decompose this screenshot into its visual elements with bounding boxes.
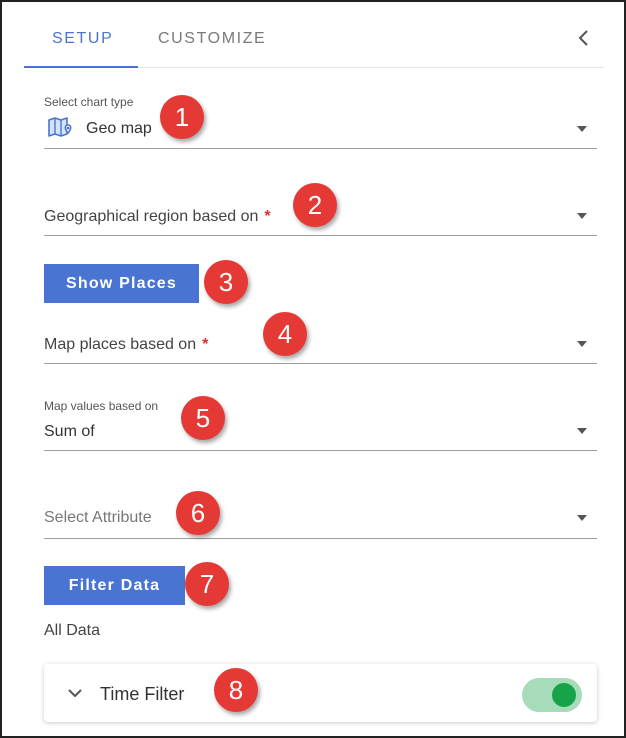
- map-places-label: Map places based on *: [44, 336, 208, 354]
- geo-map-icon: [48, 116, 74, 143]
- callout-badge: 1: [160, 95, 204, 139]
- map-places-label-text: Map places based on: [44, 336, 197, 353]
- callout-badge: 2: [293, 183, 337, 227]
- chart-type-select[interactable]: Select chart type Geo map: [44, 90, 597, 149]
- expand-toggle[interactable]: [66, 684, 84, 702]
- map-values-value: Sum of: [44, 423, 95, 440]
- chevron-down-icon: [577, 341, 587, 347]
- tab-customize[interactable]: CUSTOMIZE: [158, 30, 266, 48]
- time-filter-title: Time Filter: [100, 684, 185, 704]
- collapse-panel-button[interactable]: [572, 26, 596, 50]
- geographical-region-label-text: Geographical region based on: [44, 208, 259, 225]
- show-places-button[interactable]: Show Places: [44, 264, 199, 303]
- filter-summary: All Data: [44, 622, 101, 639]
- toggle-knob: [552, 683, 576, 707]
- geographical-region-label: Geographical region based on *: [44, 208, 271, 226]
- active-tab-indicator: [24, 66, 138, 68]
- map-places-select[interactable]: Map places based on *: [44, 314, 597, 364]
- attribute-placeholder: Select Attribute: [44, 509, 152, 526]
- chevron-down-icon: [577, 126, 587, 132]
- chevron-left-icon: [578, 30, 588, 46]
- chart-type-value: Geo map: [86, 120, 152, 137]
- callout-badge: 5: [181, 396, 225, 440]
- map-values-caption: Map values based on: [44, 399, 159, 413]
- callout-badge: 7: [185, 562, 229, 606]
- time-filter-toggle[interactable]: [522, 678, 582, 712]
- chevron-down-icon: [577, 428, 587, 434]
- callout-badge: 3: [204, 260, 248, 304]
- settings-panel: SETUP CUSTOMIZE Select chart type Geo ma…: [0, 0, 626, 738]
- callout-badge: 8: [214, 668, 258, 712]
- chevron-down-icon: [577, 515, 587, 521]
- callout-badge: 4: [263, 312, 307, 356]
- required-indicator: *: [202, 336, 209, 353]
- tab-setup[interactable]: SETUP: [52, 30, 113, 48]
- attribute-select[interactable]: Select Attribute: [44, 492, 597, 539]
- callout-badge: 6: [176, 491, 220, 535]
- map-values-select[interactable]: Map values based on Sum of: [44, 392, 597, 451]
- chart-type-caption: Select chart type: [44, 95, 134, 109]
- time-filter-card: Time Filter: [44, 664, 597, 722]
- filter-data-button[interactable]: Filter Data: [44, 566, 185, 605]
- tab-bar: SETUP CUSTOMIZE: [24, 20, 604, 68]
- chevron-down-icon: [68, 689, 82, 698]
- required-indicator: *: [264, 208, 271, 225]
- chevron-down-icon: [577, 213, 587, 219]
